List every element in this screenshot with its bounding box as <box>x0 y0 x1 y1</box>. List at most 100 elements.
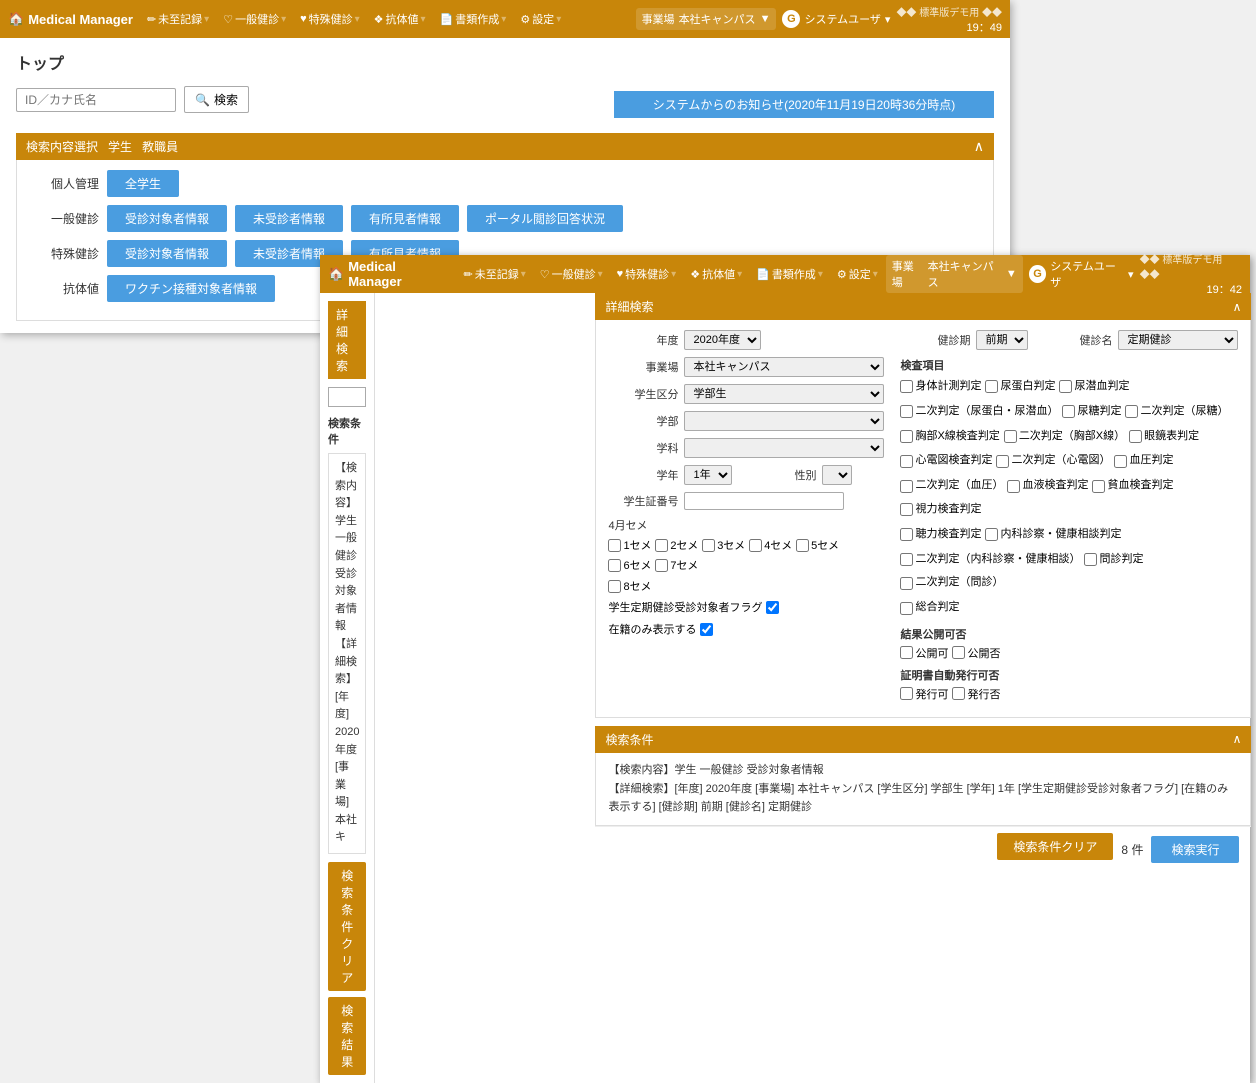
nav-general-checkup[interactable]: ♡ 一般健診 ▾ <box>217 7 292 31</box>
nav-documents[interactable]: 📄 書類作成 ▾ <box>434 7 513 31</box>
cert-yes-check[interactable] <box>900 687 913 700</box>
btn-portal[interactable]: ポータル閲診回答状況 <box>467 205 623 232</box>
department-select[interactable] <box>684 411 884 431</box>
year-grade-select[interactable]: 1年 <box>684 465 732 485</box>
bottom-action-bar: 検索条件クリア 8 件 検索実行 <box>595 826 1251 872</box>
sem1-label[interactable]: 1セメ <box>608 537 651 553</box>
branch-select-form[interactable]: 本社キャンパス <box>684 357 884 377</box>
exam-overall-check[interactable] <box>900 602 913 615</box>
clear-btn-bottom[interactable]: 検索条件クリア <box>997 833 1113 860</box>
nav2-unvisited[interactable]: ✏ 未至記録 ▾ <box>457 262 531 286</box>
nav2-documents[interactable]: 📄 書類作成 ▾ <box>750 262 829 286</box>
public-yes-check[interactable] <box>900 646 913 659</box>
sem4-label[interactable]: 4セメ <box>749 537 792 553</box>
sem8-label[interactable]: 8セメ <box>608 578 651 594</box>
chevron-up-icon-3[interactable]: ∧ <box>1233 732 1242 746</box>
sem2-label[interactable]: 2セメ <box>655 537 698 553</box>
user-info-2[interactable]: G システムユーザ ▾ <box>1029 258 1134 290</box>
exam-vision-check[interactable] <box>900 503 913 516</box>
sem4-check[interactable] <box>749 539 762 552</box>
execute-search-button[interactable]: 検索実行 <box>1151 836 1239 863</box>
brand-logo-2[interactable]: 🏠 Medical Manager <box>328 259 449 289</box>
time-display: 19：49 <box>967 19 1002 35</box>
nav-antibody[interactable]: ❖ 抗体値 ▾ <box>368 7 432 31</box>
exam-urine-protein-check[interactable] <box>985 380 998 393</box>
sem3-check[interactable] <box>702 539 715 552</box>
sem6-check[interactable] <box>608 559 621 572</box>
nav2-special[interactable]: ♥ 特殊健診 ▾ <box>611 262 683 286</box>
chevron-up-icon[interactable]: ∧ <box>974 138 984 155</box>
sem7-check[interactable] <box>655 559 668 572</box>
conditions-section-header: 検索条件 ∧ <box>595 726 1251 753</box>
result-public-checkboxes: 公開可 公開否 <box>900 645 1238 661</box>
exam-anemia-check[interactable] <box>1092 480 1105 493</box>
sem3-label[interactable]: 3セメ <box>702 537 745 553</box>
period-select[interactable]: 前期 後期 <box>976 330 1028 350</box>
sem5-check[interactable] <box>796 539 809 552</box>
exam-bp-check[interactable] <box>1114 455 1127 468</box>
nav-settings[interactable]: ⚙ 設定 ▾ <box>514 7 567 31</box>
faculty-select[interactable] <box>684 438 884 458</box>
tab-student[interactable]: 学生 <box>108 140 132 154</box>
student-id-input[interactable] <box>684 492 844 510</box>
exam-secondary-bp-check[interactable] <box>900 480 913 493</box>
brand-logo[interactable]: 🏠 Medical Manager <box>8 11 133 27</box>
exam-questionnaire-check[interactable] <box>1084 553 1097 566</box>
search-input[interactable] <box>16 88 176 112</box>
student-class-select[interactable]: 学部生 <box>684 384 884 404</box>
btn-general-findings[interactable]: 有所見者情報 <box>351 205 459 232</box>
gender-select[interactable] <box>822 465 852 485</box>
chevron-up-icon-2[interactable]: ∧ <box>1233 300 1242 314</box>
exam-secondary-questionnaire-check[interactable] <box>900 577 913 590</box>
nav-unvisited[interactable]: ✏ 未至記録 ▾ <box>141 7 215 31</box>
exam-secondary-ecg-check[interactable] <box>996 455 1009 468</box>
cert-auto-label: 証明書自動発行可否 <box>900 667 1238 683</box>
nav2-settings[interactable]: ⚙ 設定 ▾ <box>831 262 884 286</box>
btn-all-students[interactable]: 全学生 <box>107 170 179 197</box>
chevron-user-icon-2: ▾ <box>1128 268 1134 281</box>
sem6-label[interactable]: 6セメ <box>608 557 651 573</box>
tab-teacher[interactable]: 教職員 <box>142 140 178 154</box>
exam-secondary-sugar-check[interactable] <box>1125 405 1138 418</box>
public-no-check[interactable] <box>952 646 965 659</box>
exam-urine-sugar-check[interactable] <box>1062 405 1075 418</box>
nav2-general[interactable]: ♡ 一般健診 ▾ <box>534 262 609 286</box>
exam-secondary-internal-check[interactable] <box>900 553 913 566</box>
nav-special-checkup[interactable]: ♥ 特殊健診 ▾ <box>294 7 366 31</box>
exam-secondary-urine-check[interactable] <box>900 405 913 418</box>
btn-special-target[interactable]: 受診対象者情報 <box>107 240 227 267</box>
sem2-check[interactable] <box>655 539 668 552</box>
diagnosis-select[interactable]: 定期健診 <box>1118 330 1238 350</box>
target-flag-checkbox[interactable] <box>766 601 779 614</box>
cert-no-check[interactable] <box>952 687 965 700</box>
exam-internal-check[interactable] <box>985 528 998 541</box>
sem8-check[interactable] <box>608 580 621 593</box>
nav2-antibody[interactable]: ❖ 抗体値 ▾ <box>684 262 748 286</box>
sem1-check[interactable] <box>608 539 621 552</box>
btn-vaccine[interactable]: ワクチン接種対象者情報 <box>107 275 275 302</box>
label-antibody: 抗体値 <box>29 280 99 297</box>
exam-hearing-check[interactable] <box>900 528 913 541</box>
exam-row-3: 胸部X線検査判定 二次判定（胸部X線） 眼鏡表判定 <box>900 427 1238 447</box>
sem5-label[interactable]: 5セメ <box>796 537 839 553</box>
exam-glasses-check[interactable] <box>1129 430 1142 443</box>
exam-urine-blood-check[interactable] <box>1059 380 1072 393</box>
exam-blood-check[interactable] <box>1007 480 1020 493</box>
show-active-checkbox[interactable] <box>700 623 713 636</box>
exam-xray-check[interactable] <box>900 430 913 443</box>
year-select[interactable]: 2020年度 <box>684 330 761 350</box>
clear-conditions-button[interactable]: 検索条件クリア <box>328 862 366 991</box>
branch-selector[interactable]: 事業場 本社キャンパス ▼ <box>636 8 777 30</box>
exam-secondary-xray-check[interactable] <box>1004 430 1017 443</box>
sidebar-search-input[interactable] <box>328 387 366 407</box>
search-results-button[interactable]: 検索結果 <box>328 997 366 1075</box>
btn-general-target[interactable]: 受診対象者情報 <box>107 205 227 232</box>
sem7-label[interactable]: 7セメ <box>655 557 698 573</box>
branch-selector-2[interactable]: 事業場 本社キャンパス ▼ <box>886 255 1023 293</box>
btn-general-unvisited[interactable]: 未受診者情報 <box>235 205 343 232</box>
search-button[interactable]: 🔍 検索 <box>184 86 249 113</box>
student-class-row: 学生区分 学部生 <box>608 384 884 404</box>
exam-body-check[interactable] <box>900 380 913 393</box>
exam-ecg-check[interactable] <box>900 455 913 468</box>
user-info[interactable]: G システムユーザ ▾ <box>782 10 890 28</box>
